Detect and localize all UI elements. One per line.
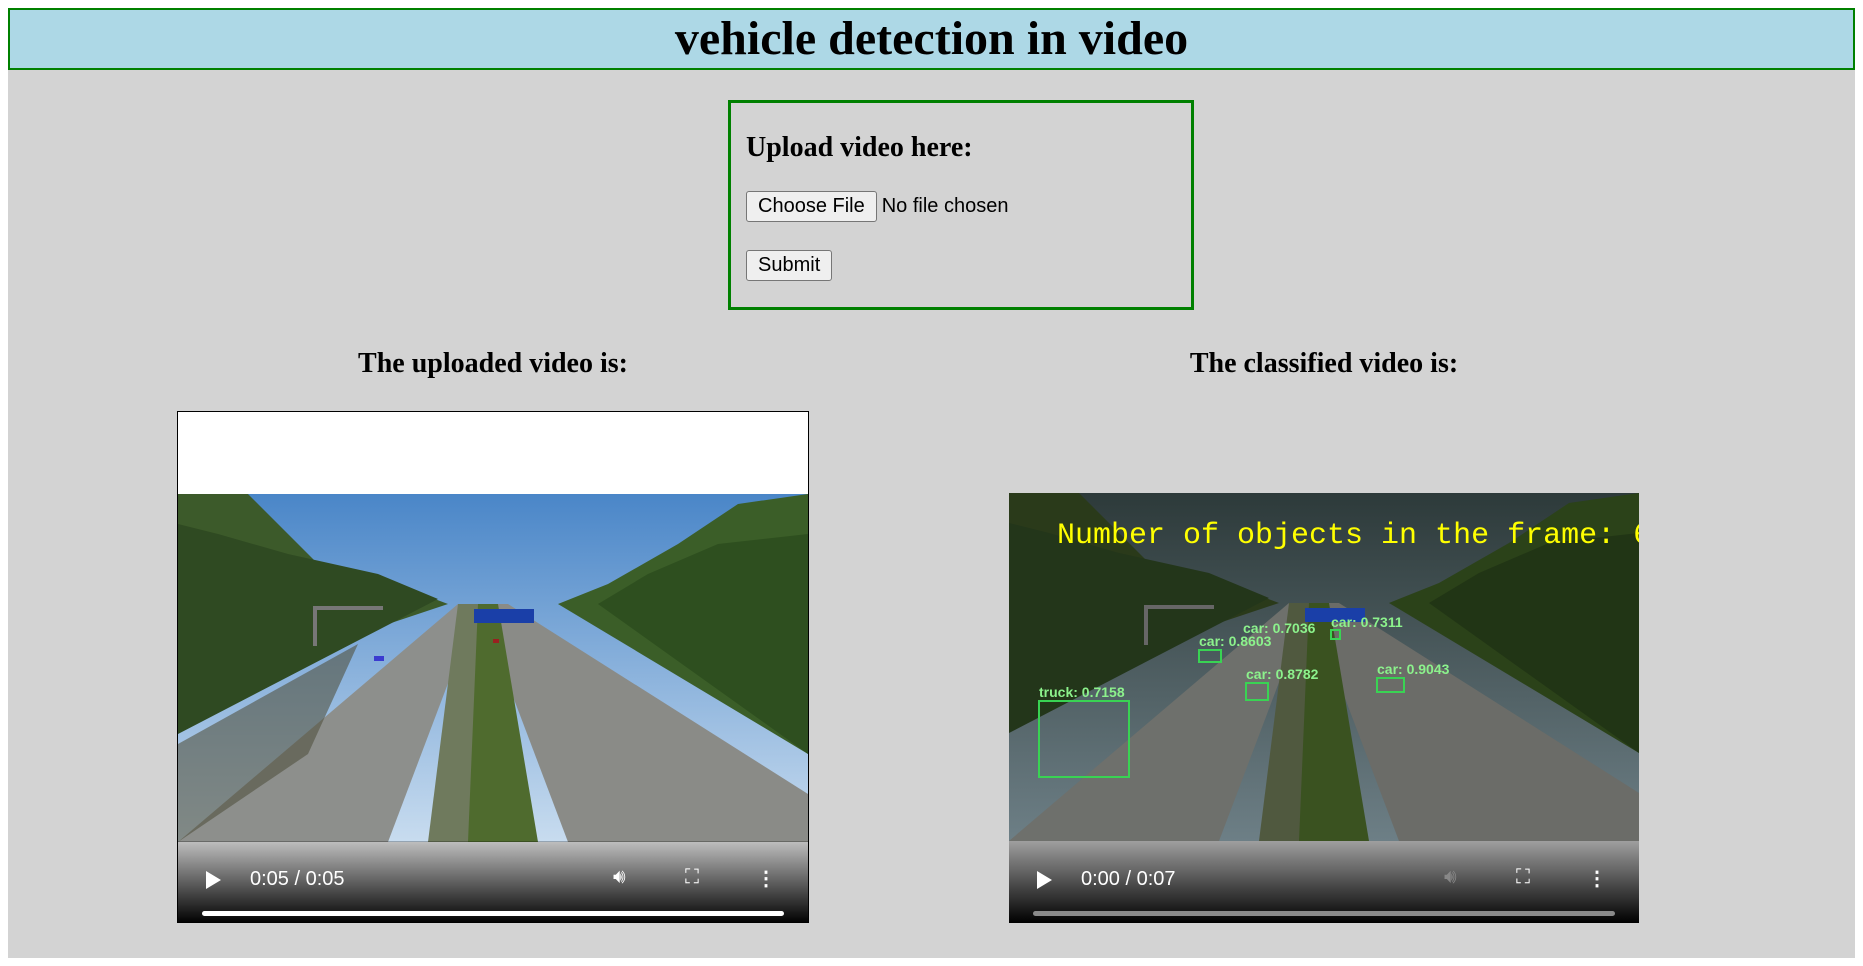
submit-button[interactable]: Submit	[746, 250, 833, 281]
upload-form: Upload video here: Choose File No file c…	[728, 100, 1194, 310]
upload-heading: Upload video here:	[746, 132, 973, 163]
choose-file-button[interactable]: Choose File	[746, 191, 877, 222]
detection-label: truck: 0.7158	[1039, 684, 1125, 700]
detection-label: car: 0.7036	[1243, 620, 1316, 636]
volume-icon[interactable]: 🔊︎	[1444, 866, 1457, 889]
volume-icon[interactable]: 🔊︎	[613, 866, 626, 889]
classified-video-time: 0:00 / 0:07	[1081, 868, 1176, 890]
classified-video-controls: 0:00 / 0:07 🔊︎ ⛶ ⋮	[1009, 841, 1639, 923]
more-options-icon[interactable]: ⋮	[1587, 866, 1607, 891]
file-input[interactable]: Choose File No file chosen	[746, 191, 1008, 222]
uploaded-video-player[interactable]: 0:05 / 0:05 🔊︎ ⛶ ⋮	[177, 411, 809, 923]
uploaded-video-frame	[178, 494, 808, 842]
page: vehicle detection in video Upload video …	[8, 8, 1855, 958]
classified-video-progress[interactable]	[1033, 911, 1615, 916]
header-banner: vehicle detection in video	[8, 8, 1855, 70]
classified-caption: The classified video is:	[1189, 348, 1459, 379]
classified-video-frame: Number of objects in the frame: 6 truck:…	[1009, 493, 1639, 841]
file-status: No file chosen	[881, 195, 1009, 217]
uploaded-caption: The uploaded video is:	[358, 348, 628, 379]
play-icon[interactable]	[1037, 871, 1052, 889]
page-title: vehicle detection in video	[674, 12, 1189, 65]
play-icon[interactable]	[206, 871, 221, 889]
detection-label: car: 0.7311	[1331, 614, 1403, 630]
fullscreen-icon[interactable]: ⛶	[685, 866, 699, 889]
fullscreen-icon[interactable]: ⛶	[1516, 866, 1530, 889]
overlay-object-count: Number of objects in the frame: 6	[1057, 519, 1639, 553]
uploaded-video-controls: 0:05 / 0:05 🔊︎ ⛶ ⋮	[178, 841, 808, 922]
detection-label: car: 0.9043	[1377, 661, 1450, 677]
uploaded-video-progress[interactable]	[202, 911, 784, 916]
uploaded-video-time: 0:05 / 0:05	[250, 868, 345, 890]
classified-video-player[interactable]: Number of objects in the frame: 6 truck:…	[1009, 411, 1639, 923]
more-options-icon[interactable]: ⋮	[756, 866, 776, 891]
detection-label: car: 0.8782	[1246, 666, 1319, 682]
